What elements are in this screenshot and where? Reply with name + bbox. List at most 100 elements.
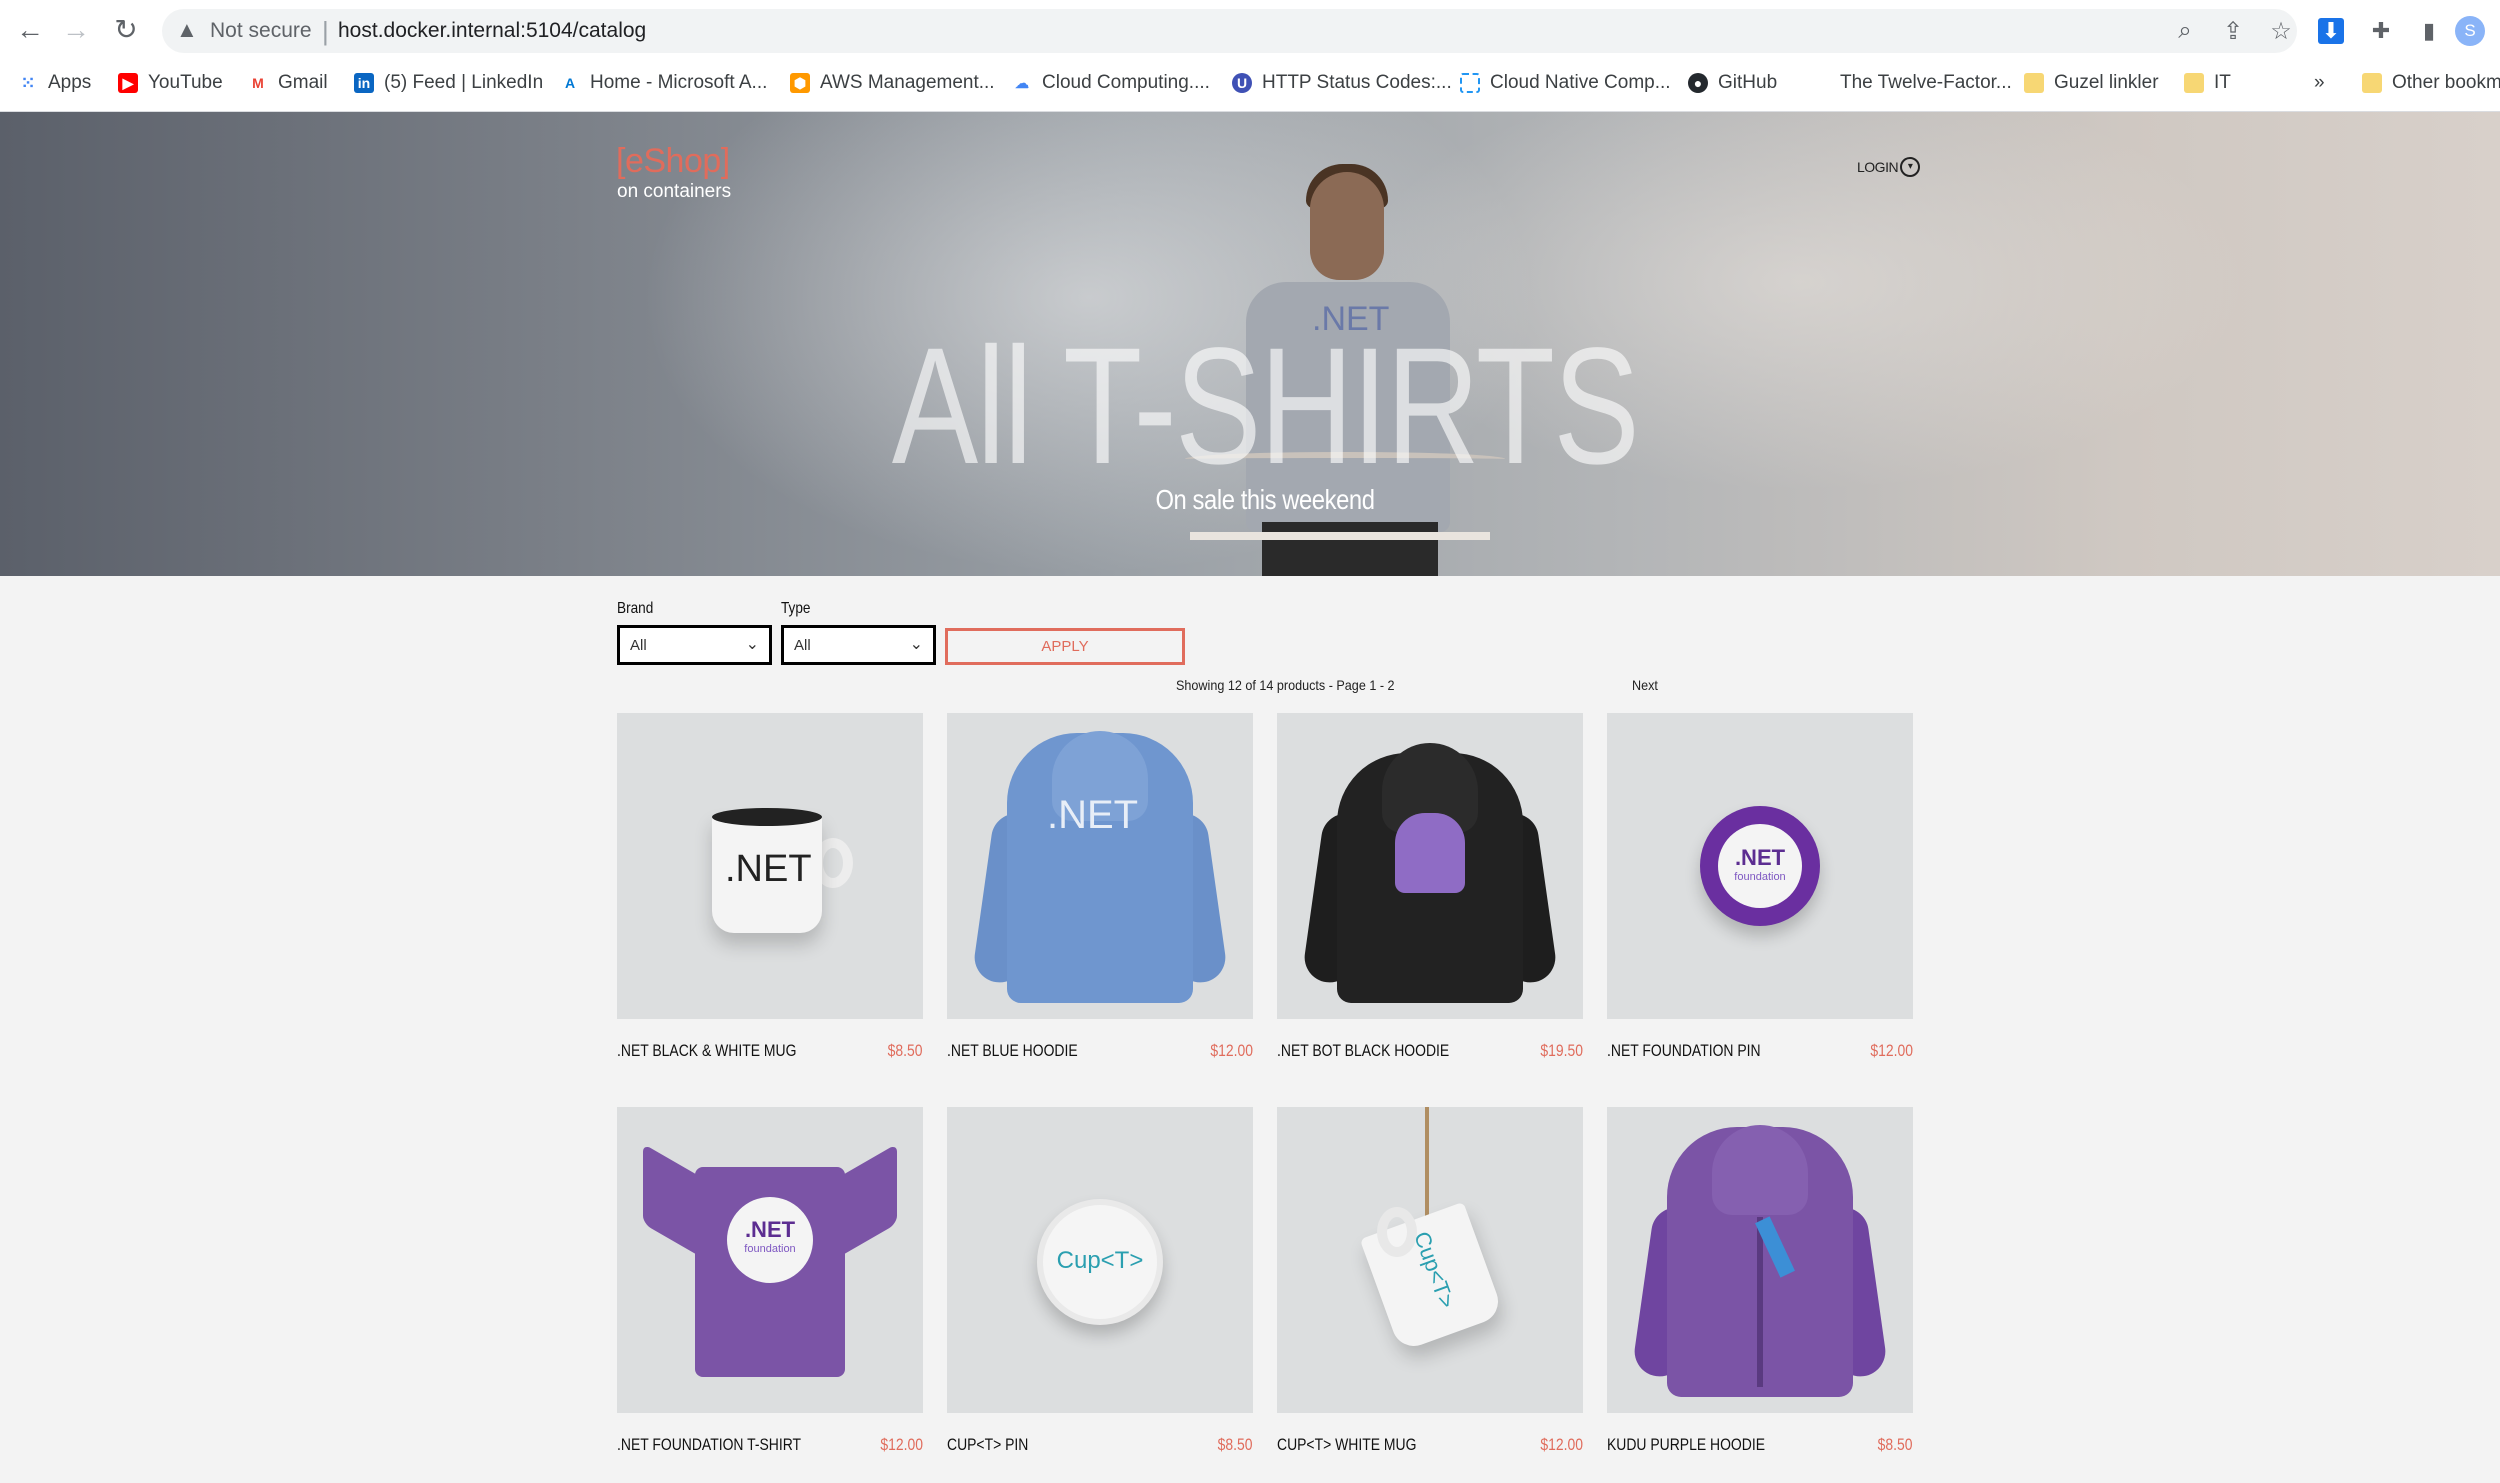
cncf-icon — [1460, 73, 1480, 93]
hero-person-head — [1310, 172, 1384, 280]
github-icon: ● — [1688, 73, 1708, 93]
product-image[interactable]: .NET — [947, 713, 1253, 1019]
bookmark-cncf[interactable]: Cloud Native Comp... — [1460, 70, 1671, 96]
product-image[interactable] — [1607, 1107, 1913, 1413]
product-name: .NET BLUE HOODIE — [947, 1041, 1078, 1060]
folder-icon — [2362, 73, 2382, 93]
not-secure-label: Not secure — [210, 19, 312, 42]
browser-chrome: ← → ↻ ▲ Not secure | host.docker.interna… — [0, 0, 2500, 112]
warning-triangle-icon: ▲ — [176, 17, 198, 42]
product-image[interactable]: Cup<T> — [947, 1107, 1253, 1413]
mug-rope — [1425, 1107, 1429, 1217]
share-icon[interactable]: ⇪ — [2218, 17, 2248, 46]
hoodie-hood — [1712, 1125, 1808, 1215]
product-price: $19.50 — [1540, 1041, 1583, 1060]
folder-icon — [2024, 73, 2044, 93]
type-filter-label: Type — [781, 600, 811, 617]
product-price: $12.00 — [1540, 1435, 1583, 1454]
product-name: .NET FOUNDATION T-SHIRT — [617, 1435, 802, 1454]
bookmark-star-icon[interactable]: ☆ — [2266, 17, 2296, 46]
tshirt-print: .NET — [744, 1217, 796, 1242]
login-link[interactable]: LOGIN ▾ — [1857, 157, 1921, 177]
twelve-factor-icon — [1810, 73, 1830, 93]
bookmark-gmail[interactable]: M Gmail — [248, 70, 327, 96]
product-price: $8.50 — [888, 1041, 923, 1060]
chevron-down-icon: ⌄ — [745, 636, 759, 653]
folder-icon — [2184, 73, 2204, 93]
product-name: .NET BLACK & WHITE MUG — [617, 1041, 797, 1060]
bookmark-folder-it[interactable]: IT — [2184, 70, 2231, 96]
youtube-icon: ▶ — [118, 73, 138, 93]
hero-bike-frame — [1190, 532, 1490, 576]
pin-print-sub: foundation — [1734, 871, 1786, 883]
type-select[interactable]: All ⌄ — [781, 625, 936, 665]
gmail-icon: M — [252, 75, 264, 91]
brand-filter-label: Brand — [617, 600, 654, 617]
side-panel-icon[interactable]: ▮ — [2416, 18, 2442, 44]
hero-subtitle: On sale this weekend — [1155, 484, 1375, 515]
eshop-logo[interactable]: [eShop] — [616, 142, 730, 181]
product-name: .NET BOT BLACK HOODIE — [1277, 1041, 1450, 1060]
product-image[interactable]: .NET foundation — [617, 1107, 923, 1413]
bookmark-twelve-factor[interactable]: The Twelve-Factor... — [1810, 70, 2012, 96]
apps-grid-icon: ⁙ — [20, 73, 36, 93]
product-image[interactable]: Cup<T> — [1277, 1107, 1583, 1413]
profile-avatar[interactable]: S — [2455, 16, 2485, 46]
hoodie-print: .NET — [1047, 793, 1139, 837]
bookmark-github[interactable]: ● GitHub — [1688, 70, 1777, 96]
product-name: KUDU PURPLE HOODIE — [1607, 1435, 1766, 1454]
bookmarks-overflow-chevron[interactable]: » — [2314, 70, 2325, 96]
aws-icon: ⬢ — [790, 73, 810, 93]
product-name: .NET FOUNDATION PIN — [1607, 1041, 1761, 1060]
bookmark-http-status[interactable]: U HTTP Status Codes:... — [1232, 70, 1452, 96]
hero-title: All T-SHIRTS — [891, 314, 1640, 499]
next-page-link[interactable]: Next — [1632, 677, 1658, 693]
login-label: LOGIN — [1857, 159, 1899, 175]
dotnet-bot-graphic — [1395, 813, 1465, 893]
brand-select-value: All — [630, 637, 647, 654]
product-price: $12.00 — [1210, 1041, 1253, 1060]
paging-status: Showing 12 of 14 products - Page 1 - 2 — [1176, 677, 1395, 693]
brand-select[interactable]: All ⌄ — [617, 625, 772, 665]
bookmark-azure[interactable]: A Home - Microsoft A... — [560, 70, 767, 96]
bookmark-aws[interactable]: ⬢ AWS Management... — [790, 70, 995, 96]
product-price: $12.00 — [880, 1435, 923, 1454]
apply-button[interactable]: APPLY — [945, 628, 1185, 665]
url-text[interactable]: host.docker.internal:5104/catalog — [338, 19, 646, 43]
bookmarks-bar: ⁙ Apps ▶ YouTube M Gmail in (5) Feed | Linke… — [0, 66, 2500, 100]
bookmark-apps[interactable]: ⁙ Apps — [18, 70, 91, 96]
product-image[interactable]: .NET — [617, 713, 923, 1019]
bookmark-folder-other[interactable]: Other bookm — [2362, 70, 2500, 96]
product-name: CUP<T> WHITE MUG — [1277, 1435, 1417, 1454]
bookmark-youtube[interactable]: ▶ YouTube — [118, 70, 223, 96]
zoom-icon[interactable]: ⌕ — [2170, 17, 2200, 45]
forward-arrow-icon[interactable]: → — [60, 14, 92, 46]
pin-print: .NET — [1734, 845, 1786, 870]
eshop-logo-subtitle: on containers — [617, 181, 732, 202]
extensions-puzzle-icon[interactable]: ✚ — [2368, 18, 2394, 44]
mug-rim — [712, 808, 822, 826]
http-status-icon: U — [1232, 73, 1252, 93]
pin-print: Cup<T> — [1056, 1247, 1144, 1274]
mug-print: .NET — [725, 848, 812, 890]
reload-icon[interactable]: ↻ — [110, 14, 142, 46]
hoodie-zipper — [1757, 1217, 1763, 1387]
product-price: $8.50 — [1878, 1435, 1913, 1454]
bookmark-google-cloud[interactable]: ☁ Cloud Computing.... — [1012, 70, 1210, 96]
bookmark-linkedin[interactable]: in (5) Feed | LinkedIn — [354, 70, 543, 96]
product-price: $8.50 — [1218, 1435, 1253, 1454]
type-select-value: All — [794, 637, 811, 654]
hero-banner: .NET [eShop] on containers LOGIN ▾ All T… — [0, 112, 2500, 576]
bookmark-folder-guzel-linkler[interactable]: Guzel linkler — [2024, 70, 2159, 96]
azure-icon: A — [564, 75, 576, 91]
chevron-down-icon: ⌄ — [909, 636, 923, 653]
download-extension-icon[interactable]: ⬇ — [2318, 18, 2344, 44]
tshirt-print-sub: foundation — [744, 1243, 796, 1255]
back-arrow-icon[interactable]: ← — [14, 14, 46, 46]
address-bar[interactable]: ▲ Not secure | host.docker.internal:5104… — [162, 9, 2297, 53]
url-separator: | — [322, 16, 329, 46]
product-name: CUP<T> PIN — [947, 1435, 1029, 1454]
product-image[interactable]: .NET foundation — [1607, 713, 1913, 1019]
user-circle-icon: ▾ — [1900, 157, 1921, 177]
product-image[interactable] — [1277, 713, 1583, 1019]
